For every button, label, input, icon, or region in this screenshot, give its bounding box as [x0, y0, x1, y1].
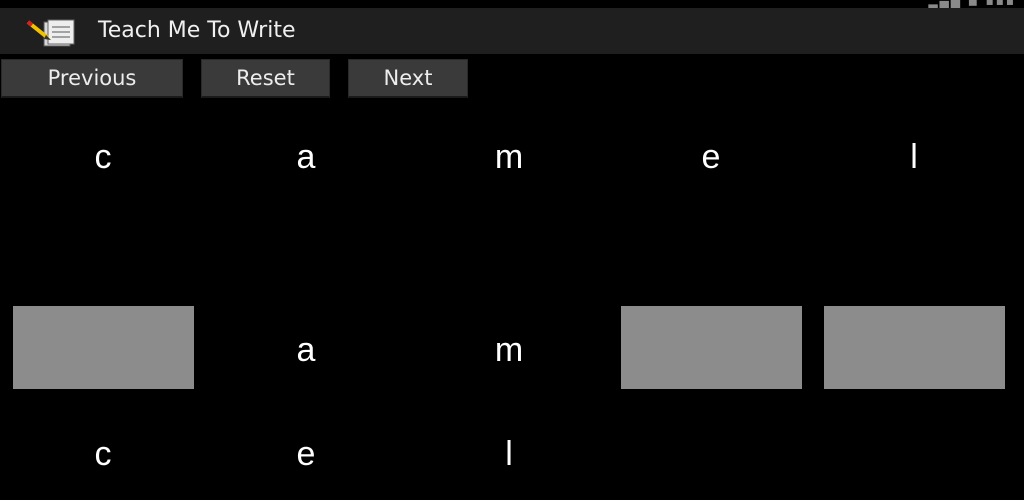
target-letter: c [94, 138, 112, 176]
pool-letter[interactable]: l [419, 434, 599, 474]
target-letter: a [296, 138, 316, 176]
target-letter: l [910, 138, 918, 176]
target-letter: m [494, 138, 524, 176]
pool-letter[interactable]: c [13, 434, 193, 474]
empty-letter-slot[interactable] [13, 306, 194, 389]
empty-letter-slot[interactable] [621, 306, 802, 389]
app-title: Teach Me To Write [98, 18, 296, 43]
status-bar: ▂▄▆ ◼ ▪▪▪ [0, 0, 1024, 8]
pool-letter[interactable]: e [216, 434, 396, 474]
reset-button[interactable]: Reset [201, 59, 330, 98]
previous-button[interactable]: Previous [1, 59, 183, 98]
notepad-pencil-icon [26, 19, 75, 47]
empty-letter-slot[interactable] [824, 306, 1005, 389]
placed-letter[interactable]: a [216, 330, 396, 370]
status-icons: ▂▄▆ ◼ ▪▪▪ [928, 0, 1016, 8]
placed-letter[interactable]: m [419, 330, 599, 370]
next-button[interactable]: Next [348, 59, 468, 98]
target-letter: e [701, 138, 721, 176]
action-bar: Teach Me To Write [0, 8, 1024, 54]
